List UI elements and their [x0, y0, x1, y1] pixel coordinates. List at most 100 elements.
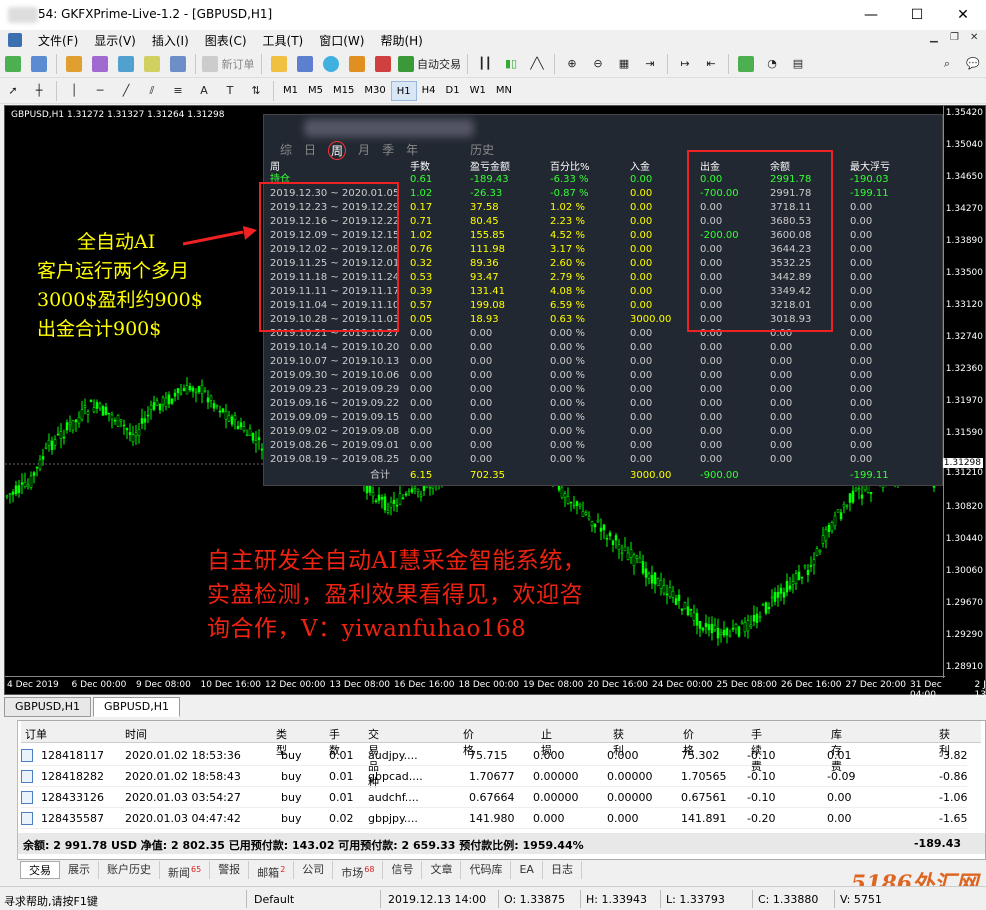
- candle-body: [101, 406, 105, 416]
- navigator-button[interactable]: [89, 53, 111, 75]
- indicators-button[interactable]: [735, 53, 757, 75]
- maximize-button[interactable]: ☐: [894, 0, 940, 30]
- report-cell-pnl: -189.43: [470, 174, 509, 185]
- candle-body: [668, 587, 672, 598]
- menu-file[interactable]: 文件(F): [30, 32, 86, 49]
- trade-row[interactable]: 128418117 2020.01.02 18:53:36 buy 0.01 audjp…: [21, 745, 967, 766]
- terminal-tab[interactable]: 新闻65: [160, 861, 211, 880]
- bar-chart-button[interactable]: ┃┃: [474, 53, 496, 75]
- trade-col-header[interactable]: 订单: [25, 726, 47, 742]
- price-chart[interactable]: GBPUSD,H1 1.31272 1.31327 1.31264 1.3129…: [4, 105, 986, 700]
- menu-tools[interactable]: 工具(T): [255, 32, 312, 49]
- trade-row[interactable]: 128435587 2020.01.03 04:47:42 buy 0.02 gbpjp…: [21, 808, 967, 829]
- zoom-in-button[interactable]: ⊕: [561, 53, 583, 75]
- candle-chart-button[interactable]: ▮▯: [500, 53, 522, 75]
- tab-quarter[interactable]: 季: [382, 141, 394, 160]
- trade-cell-time: 2020.01.03 03:54:27: [125, 791, 241, 804]
- vline-button[interactable]: │: [63, 80, 85, 102]
- menu-charts[interactable]: 图表(C): [197, 32, 255, 49]
- tab-week[interactable]: 周: [328, 141, 347, 160]
- tf-h1[interactable]: H1: [390, 80, 417, 101]
- tf-w1[interactable]: W1: [465, 81, 491, 101]
- tf-m15[interactable]: M15: [328, 81, 359, 101]
- trendline-button[interactable]: ╱: [115, 80, 137, 102]
- mdi-restore-icon[interactable]: ❐: [950, 32, 959, 43]
- shift-end-button[interactable]: ⇤: [700, 53, 722, 75]
- templates-button[interactable]: ▤: [787, 53, 809, 75]
- tab-year[interactable]: 年: [406, 141, 418, 160]
- report-cell-balance: 0.00: [770, 454, 793, 465]
- text-button[interactable]: A: [193, 80, 215, 102]
- report-cell-pct: 0.00 %: [550, 342, 585, 353]
- tile-button[interactable]: ▦: [613, 53, 635, 75]
- auto-trading-button[interactable]: 自动交易: [397, 53, 461, 75]
- cursor-button[interactable]: ➚: [2, 80, 24, 102]
- report-cell-max_float: 0.00: [850, 230, 873, 241]
- mdi-minimize-icon[interactable]: ▁: [930, 32, 938, 43]
- search-button[interactable]: ⌕: [936, 53, 958, 75]
- candle-body: [647, 573, 651, 579]
- metaeditor-button[interactable]: [268, 53, 290, 75]
- terminal-button[interactable]: [141, 53, 163, 75]
- menu-view[interactable]: 显示(V): [86, 32, 144, 49]
- arrows-button[interactable]: ⇅: [245, 80, 267, 102]
- autoscroll-button[interactable]: ↦: [674, 53, 696, 75]
- mdi-close-icon[interactable]: ✕: [970, 32, 978, 43]
- profiles-button[interactable]: [28, 53, 50, 75]
- fibo-button[interactable]: ≡: [167, 80, 189, 102]
- channel-button[interactable]: ⫽: [141, 80, 163, 102]
- tab-day[interactable]: 日: [304, 141, 316, 160]
- terminal-tab[interactable]: 文章: [422, 861, 462, 879]
- chart-tab-2[interactable]: GBPUSD,H1: [92, 697, 180, 717]
- vps-button[interactable]: [372, 53, 394, 75]
- minimize-button[interactable]: —: [848, 0, 894, 30]
- close-button[interactable]: ✕: [940, 0, 986, 30]
- chart-tab-1[interactable]: GBPUSD,H1: [4, 697, 91, 717]
- label-button[interactable]: T: [219, 80, 241, 102]
- signals-button[interactable]: [320, 53, 342, 75]
- chat-button[interactable]: 💬: [962, 53, 984, 75]
- tf-d1[interactable]: D1: [441, 81, 465, 101]
- trade-row[interactable]: 128433126 2020.01.03 03:54:27 buy 0.01 audch…: [21, 787, 967, 808]
- terminal-tab[interactable]: EA: [511, 861, 543, 879]
- data-window-button[interactable]: [115, 53, 137, 75]
- zoom-out-button[interactable]: ⊖: [587, 53, 609, 75]
- community-button[interactable]: [294, 53, 316, 75]
- terminal-tab[interactable]: 公司: [294, 861, 334, 879]
- terminal-tab[interactable]: 警报: [210, 861, 250, 879]
- crosshair-button[interactable]: ┼: [28, 80, 50, 102]
- new-order-button[interactable]: 新订单: [202, 53, 255, 75]
- terminal-tab[interactable]: 展示: [60, 861, 99, 879]
- trade-col-header[interactable]: 时间: [125, 726, 209, 742]
- line-chart-button[interactable]: ╱╲: [526, 53, 548, 75]
- chart-shift-button[interactable]: ⇥: [639, 53, 661, 75]
- periods-button[interactable]: ◔: [761, 53, 783, 75]
- terminal-tab[interactable]: 信号: [383, 861, 423, 879]
- candle-body: [116, 414, 120, 427]
- tf-mn[interactable]: MN: [491, 81, 517, 101]
- terminal-tab-label: 文章: [430, 863, 453, 876]
- tf-h4[interactable]: H4: [417, 81, 441, 101]
- terminal-tab[interactable]: 市场68: [333, 861, 384, 880]
- tab-summary[interactable]: 综: [280, 141, 292, 160]
- terminal-tab[interactable]: 代码库: [461, 861, 512, 879]
- terminal-tab[interactable]: 账户历史: [99, 861, 160, 879]
- terminal-tab[interactable]: 日志: [543, 861, 582, 879]
- tester-button[interactable]: [167, 53, 189, 75]
- new-chart-button[interactable]: [2, 53, 24, 75]
- tab-history[interactable]: 历史: [470, 141, 494, 160]
- hline-button[interactable]: ─: [89, 80, 111, 102]
- menu-window[interactable]: 窗口(W): [311, 32, 372, 49]
- terminal-tab[interactable]: 交易: [20, 861, 60, 879]
- tf-m5[interactable]: M5: [303, 81, 328, 101]
- menu-help[interactable]: 帮助(H): [372, 32, 430, 49]
- menu-insert[interactable]: 插入(I): [144, 32, 197, 49]
- tab-month[interactable]: 月: [358, 141, 370, 160]
- terminal-tab[interactable]: 邮箱2: [249, 861, 295, 880]
- candle-body: [656, 578, 660, 586]
- market-button[interactable]: [346, 53, 368, 75]
- tf-m30[interactable]: M30: [359, 81, 390, 101]
- market-watch-button[interactable]: [63, 53, 85, 75]
- tf-m1[interactable]: M1: [278, 81, 303, 101]
- trade-row[interactable]: 128418282 2020.01.02 18:58:43 buy 0.01 gbpca…: [21, 766, 967, 787]
